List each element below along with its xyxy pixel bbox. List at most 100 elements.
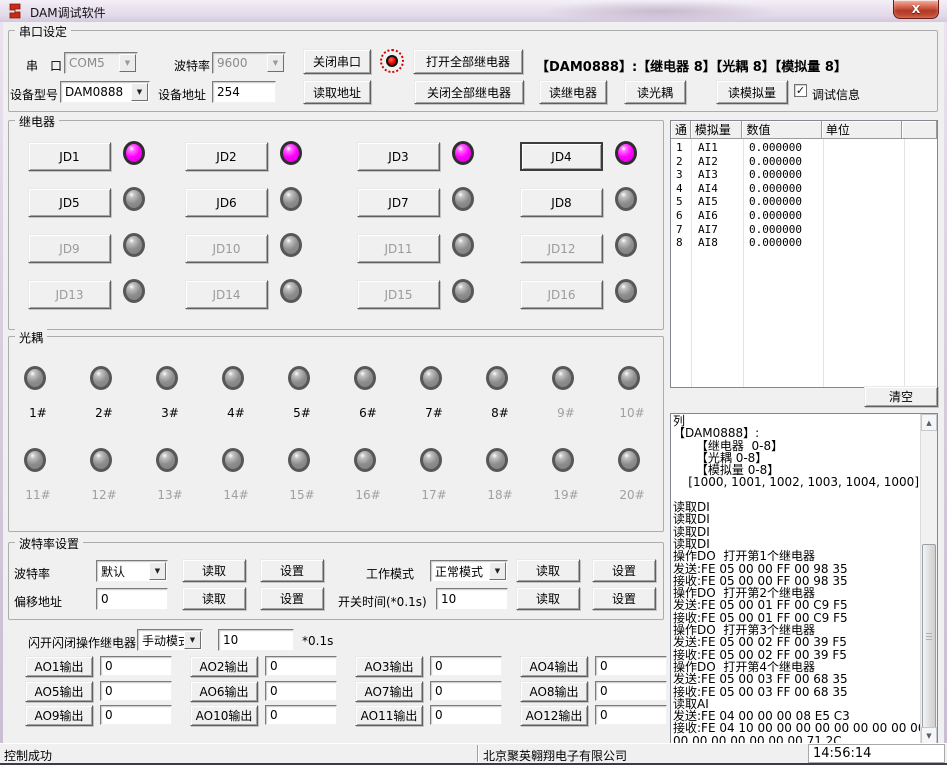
ao-output-button-9[interactable]: AO9输出 bbox=[25, 705, 93, 726]
title-bar[interactable]: DAM调试软件 X bbox=[0, 0, 947, 22]
table-row[interactable]: 7AI70.000000 bbox=[671, 222, 937, 236]
relay-button-jd8[interactable]: JD8 bbox=[520, 188, 603, 217]
flash-time-input[interactable]: 10 bbox=[218, 629, 294, 651]
relay-led-jd1 bbox=[123, 141, 145, 165]
scroll-down-button[interactable]: ▼ bbox=[921, 727, 937, 744]
ao-value-input-2[interactable]: 0 bbox=[265, 656, 337, 676]
row-name: AI6 bbox=[698, 209, 718, 222]
table-row[interactable]: 6AI60.000000 bbox=[671, 208, 937, 222]
com-port-select[interactable]: COM5 ▼ bbox=[64, 52, 138, 74]
flash-time-unit-label: *0.1s bbox=[302, 634, 333, 648]
table-row[interactable]: 4AI40.000000 bbox=[671, 181, 937, 195]
ao-value-input-6[interactable]: 0 bbox=[265, 681, 337, 701]
relay-button-jd13[interactable]: JD13 bbox=[28, 280, 111, 309]
baud-setting-label: 波特率 bbox=[14, 565, 50, 582]
switch-time-input[interactable]: 10 bbox=[436, 588, 508, 610]
work-mode-select[interactable]: 正常模式 ▼ bbox=[430, 560, 508, 582]
baud-rate-select[interactable]: 9600 ▼ bbox=[212, 52, 286, 74]
ao-output-button-11[interactable]: AO11输出 bbox=[355, 705, 423, 726]
read-workmode-button[interactable]: 读取 bbox=[516, 559, 580, 582]
relay-button-jd3[interactable]: JD3 bbox=[357, 142, 440, 171]
opto-led-18 bbox=[486, 448, 508, 472]
table-row[interactable]: 2AI20.000000 bbox=[671, 154, 937, 168]
table-row[interactable]: 8AI80.000000 bbox=[671, 235, 937, 249]
set-baud-button[interactable]: 设置 bbox=[260, 559, 324, 582]
read-relays-button[interactable]: 读继电器 bbox=[539, 80, 607, 104]
debug-info-checkbox[interactable]: ✓ bbox=[794, 84, 807, 97]
relay-button-jd6[interactable]: JD6 bbox=[185, 188, 268, 217]
relay-button-jd14[interactable]: JD14 bbox=[185, 280, 268, 309]
baud-setting-select[interactable]: 默认 ▼ bbox=[96, 560, 168, 582]
opto-label-19: 19# bbox=[541, 488, 591, 502]
read-offset-button[interactable]: 读取 bbox=[182, 587, 246, 610]
ao-output-button-2[interactable]: AO2输出 bbox=[190, 656, 258, 677]
relay-button-jd1[interactable]: JD1 bbox=[28, 142, 111, 171]
ao-output-button-8[interactable]: AO8输出 bbox=[520, 681, 588, 702]
relay-button-jd5[interactable]: JD5 bbox=[28, 188, 111, 217]
log-scrollbar[interactable]: ▲ ▼ bbox=[920, 414, 937, 744]
set-offset-button[interactable]: 设置 bbox=[260, 587, 324, 610]
relay-button-jd12[interactable]: JD12 bbox=[520, 234, 603, 263]
read-switchtime-button[interactable]: 读取 bbox=[516, 587, 580, 610]
opto-label-3: 3# bbox=[145, 406, 195, 420]
relay-button-jd2[interactable]: JD2 bbox=[185, 142, 268, 171]
opto-label-17: 17# bbox=[409, 488, 459, 502]
relay-button-jd4[interactable]: JD4 bbox=[520, 142, 603, 171]
flash-mode-value: 手动模式 bbox=[142, 632, 190, 649]
ao-output-button-4[interactable]: AO4输出 bbox=[520, 656, 588, 677]
scroll-up-button[interactable]: ▲ bbox=[921, 414, 937, 431]
device-model-select[interactable]: DAM0888 ▼ bbox=[60, 81, 150, 103]
offset-address-input[interactable]: 0 bbox=[96, 588, 168, 610]
ao-output-button-5[interactable]: AO5输出 bbox=[25, 681, 93, 702]
ao-value-input-12[interactable]: 0 bbox=[595, 705, 667, 725]
set-workmode-button[interactable]: 设置 bbox=[592, 559, 656, 582]
ao-value-input-11[interactable]: 0 bbox=[430, 705, 502, 725]
read-analog-button[interactable]: 读模拟量 bbox=[716, 80, 788, 104]
ao-value-input-8[interactable]: 0 bbox=[595, 681, 667, 701]
ao-value-input-1[interactable]: 0 bbox=[100, 656, 172, 676]
ao-value-input-9[interactable]: 0 bbox=[100, 705, 172, 725]
ao-value-input-3[interactable]: 0 bbox=[430, 656, 502, 676]
chevron-down-icon: ▼ bbox=[119, 54, 136, 72]
ao-output-button-7[interactable]: AO7输出 bbox=[355, 681, 423, 702]
device-address-input[interactable]: 254 bbox=[212, 81, 276, 103]
relay-button-jd10[interactable]: JD10 bbox=[185, 234, 268, 263]
close-button[interactable]: X bbox=[893, 0, 939, 19]
flash-mode-select[interactable]: 手动模式 ▼ bbox=[137, 629, 203, 651]
table-row[interactable]: 1AI10.000000 bbox=[671, 140, 937, 154]
clear-log-button[interactable]: 清空 bbox=[864, 386, 938, 407]
ao-value-input-7[interactable]: 0 bbox=[430, 681, 502, 701]
read-address-button[interactable]: 读取地址 bbox=[303, 80, 371, 104]
open-all-relays-button[interactable]: 打开全部继电器 bbox=[413, 49, 523, 74]
baud-setting-value: 默认 bbox=[101, 563, 125, 580]
relay-button-jd11[interactable]: JD11 bbox=[357, 234, 440, 263]
ao-output-button-1[interactable]: AO1输出 bbox=[25, 656, 93, 677]
ao-value-input-10[interactable]: 0 bbox=[265, 705, 337, 725]
ao-output-button-12[interactable]: AO12输出 bbox=[520, 705, 588, 726]
window-title: DAM调试软件 bbox=[30, 4, 106, 21]
app-window: DAM调试软件 X 串口设定 串 口 COM5 ▼ 波特率 9600 ▼ 关闭串… bbox=[0, 0, 947, 765]
ao-output-button-10[interactable]: AO10输出 bbox=[190, 705, 258, 726]
relay-button-jd15[interactable]: JD15 bbox=[357, 280, 440, 309]
close-all-relays-button[interactable]: 关闭全部继电器 bbox=[414, 80, 524, 104]
ao-value-input-5[interactable]: 0 bbox=[100, 681, 172, 701]
log-output-area[interactable]: 列【DAM0888】: 【继电器 0-8】 【光耦 0-8】 【模拟量 0-8】… bbox=[670, 413, 938, 745]
scrollbar-thumb[interactable] bbox=[922, 544, 936, 729]
relay-button-jd9[interactable]: JD9 bbox=[28, 234, 111, 263]
close-serial-port-button[interactable]: 关闭串口 bbox=[303, 49, 371, 74]
opto-label-6: 6# bbox=[343, 406, 393, 420]
ao-value-input-4[interactable]: 0 bbox=[595, 656, 667, 676]
table-row[interactable]: 5AI50.000000 bbox=[671, 194, 937, 208]
read-opto-button[interactable]: 读光耦 bbox=[624, 80, 686, 104]
relay-button-jd16[interactable]: JD16 bbox=[520, 280, 603, 309]
table-row[interactable]: 3AI30.000000 bbox=[671, 167, 937, 181]
row-value: 0.000000 bbox=[749, 182, 802, 195]
ao-output-button-3[interactable]: AO3输出 bbox=[355, 656, 423, 677]
analog-table[interactable]: 通模拟量数值单位 1AI10.0000002AI20.0000003AI30.0… bbox=[670, 120, 938, 388]
read-baud-button[interactable]: 读取 bbox=[182, 559, 246, 582]
baud-rate-label: 波特率 bbox=[174, 57, 210, 74]
set-switchtime-button[interactable]: 设置 bbox=[592, 587, 656, 610]
ao-output-button-6[interactable]: AO6输出 bbox=[190, 681, 258, 702]
relay-led-jd10 bbox=[280, 233, 302, 257]
relay-button-jd7[interactable]: JD7 bbox=[357, 188, 440, 217]
